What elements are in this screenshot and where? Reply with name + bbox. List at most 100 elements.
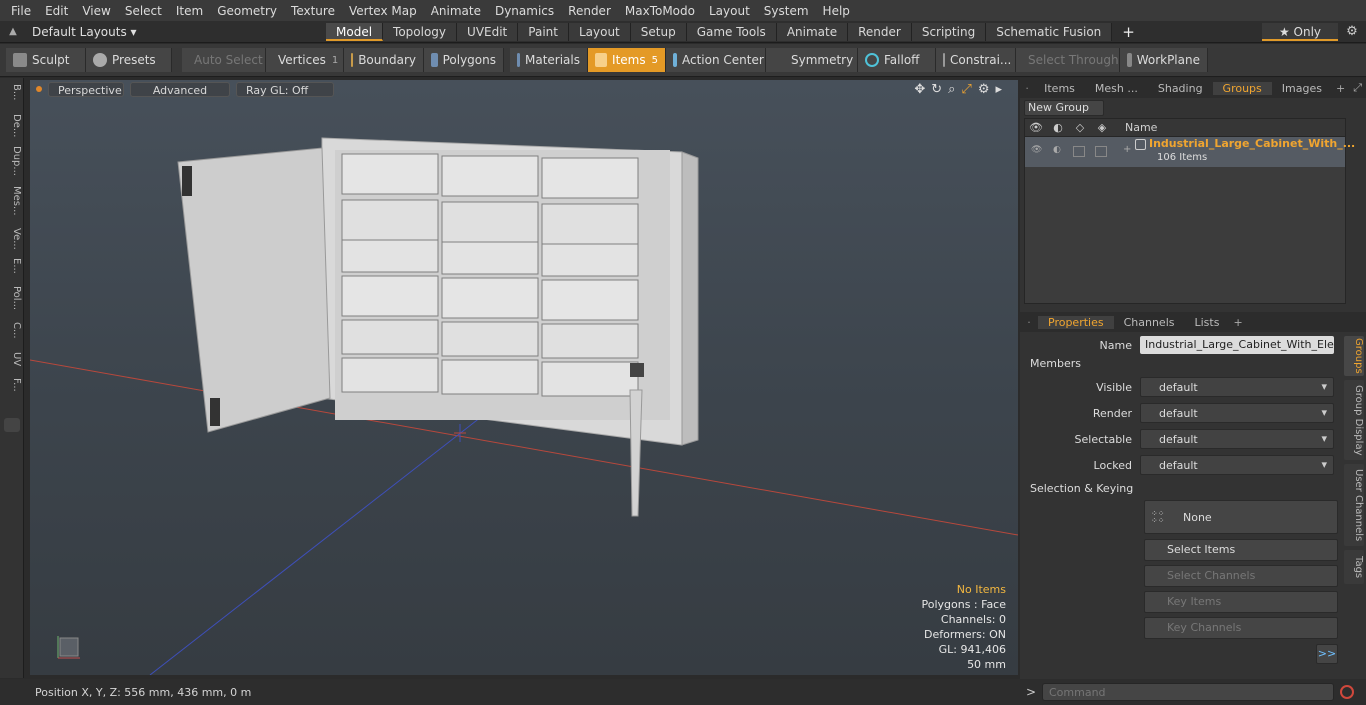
left-tab-curve[interactable]: C... xyxy=(2,322,22,339)
left-tab-vertex[interactable]: Ve... xyxy=(2,228,22,250)
vertices-button[interactable]: Vertices 1 xyxy=(266,48,344,72)
expand-plus-icon[interactable]: + xyxy=(1123,144,1131,155)
none-button[interactable]: ⁘⁘ ⁘⁘ None xyxy=(1144,500,1338,534)
menu-item[interactable]: Item xyxy=(169,4,210,18)
side-tab-group-display[interactable]: Group Display xyxy=(1344,380,1364,460)
tab-mesh[interactable]: Mesh ... xyxy=(1085,82,1148,95)
tab-render[interactable]: Render xyxy=(848,22,912,41)
left-tab-deform[interactable]: De... xyxy=(2,114,22,137)
menu-geometry[interactable]: Geometry xyxy=(210,4,284,18)
constraints-button[interactable]: Constrai... xyxy=(936,48,1016,72)
tab-schematic-fusion[interactable]: Schematic Fusion xyxy=(986,22,1113,41)
tab-animate[interactable]: Animate xyxy=(776,22,849,41)
menu-vertex-map[interactable]: Vertex Map xyxy=(342,4,424,18)
items-button[interactable]: Items 5 xyxy=(588,48,666,72)
select-col-icon[interactable]: ◈ xyxy=(1091,121,1113,134)
left-tab-polygon[interactable]: Pol... xyxy=(2,286,22,310)
tab-model[interactable]: Model xyxy=(326,22,384,41)
layouts-dropdown[interactable]: Default Layouts ▾ xyxy=(26,25,326,39)
raygl-dropdown[interactable]: Ray GL: Off xyxy=(236,81,334,97)
left-tab-edge[interactable]: E... xyxy=(2,258,22,274)
3d-viewport[interactable]: ✥ ↻ ⌕ ⤢ ⚙ ▸ xyxy=(30,80,1018,675)
tab-channels[interactable]: Channels xyxy=(1114,316,1185,329)
side-tab-tags[interactable]: Tags xyxy=(1344,550,1364,584)
menu-view[interactable]: View xyxy=(75,4,117,18)
locked-dropdown[interactable]: default xyxy=(1140,455,1334,475)
left-tab-duplicate[interactable]: Dup... xyxy=(2,146,22,176)
menu-select[interactable]: Select xyxy=(118,4,169,18)
tab-groups[interactable]: Groups xyxy=(1212,81,1272,95)
boundary-button[interactable]: Boundary xyxy=(344,48,424,72)
new-group-button[interactable]: New Group xyxy=(1024,100,1104,116)
menu-help[interactable]: Help xyxy=(816,4,857,18)
gear-icon[interactable]: ⚙ xyxy=(1338,24,1366,39)
side-tab-groups[interactable]: Groups xyxy=(1344,336,1364,376)
panel-expand-icon[interactable]: ⤢ xyxy=(1349,81,1366,95)
group-visible-toggle[interactable]: 👁 xyxy=(1031,145,1042,155)
materials-button[interactable]: Materials xyxy=(510,48,588,72)
render-icon[interactable]: ◐ xyxy=(1047,121,1069,134)
menu-file[interactable]: File xyxy=(4,4,38,18)
visible-dropdown[interactable]: default xyxy=(1140,377,1334,397)
tab-paint[interactable]: Paint xyxy=(518,22,569,41)
add-tab-icon[interactable]: + xyxy=(1112,23,1145,41)
tab-setup[interactable]: Setup xyxy=(630,22,687,41)
render-dropdown[interactable]: default xyxy=(1140,403,1334,423)
viewport-dot-icon[interactable] xyxy=(36,86,42,92)
tab-game-tools[interactable]: Game Tools xyxy=(686,22,777,41)
side-tab-user-channels[interactable]: User Channels xyxy=(1344,464,1364,546)
menu-animate[interactable]: Animate xyxy=(424,4,488,18)
only-toggle[interactable]: ★ Only xyxy=(1262,22,1338,41)
tab-topology[interactable]: Topology xyxy=(383,22,458,41)
sculpt-button[interactable]: Sculpt xyxy=(6,48,86,72)
tab-shading[interactable]: Shading xyxy=(1148,82,1213,95)
group-select-box[interactable] xyxy=(1095,146,1107,157)
left-tab-basic[interactable]: B... xyxy=(2,84,22,100)
collapse-arrow-icon[interactable]: ▲ xyxy=(0,26,26,37)
record-icon[interactable] xyxy=(1340,685,1354,699)
members-section[interactable]: Members xyxy=(1030,357,1081,370)
key-channels-button[interactable]: Key Channels xyxy=(1144,617,1338,639)
presets-button[interactable]: Presets xyxy=(86,48,172,72)
tab-layout[interactable]: Layout xyxy=(568,22,631,41)
left-tab-uv[interactable]: UV xyxy=(2,352,22,366)
tab-properties[interactable]: Properties xyxy=(1038,315,1114,329)
group-lock-box[interactable] xyxy=(1073,146,1085,157)
menu-texture[interactable]: Texture xyxy=(284,4,342,18)
select-through-button[interactable]: Select Through xyxy=(1016,48,1120,72)
menu-dynamics[interactable]: Dynamics xyxy=(488,4,561,18)
selection-keying-section[interactable]: Selection & Keying xyxy=(1030,482,1133,495)
left-tab-mesh-edit[interactable]: Mes... xyxy=(2,186,22,216)
left-strip-toggle[interactable] xyxy=(4,418,20,432)
left-tab-fusion[interactable]: F... xyxy=(2,378,22,392)
select-items-button[interactable]: Select Items xyxy=(1144,539,1338,561)
add-panel-tab-icon[interactable]: + xyxy=(1332,82,1349,95)
lock-col-icon[interactable]: ◇ xyxy=(1069,121,1091,134)
auto-select-button[interactable]: Auto Select xyxy=(182,48,266,72)
menu-edit[interactable]: Edit xyxy=(38,4,75,18)
menu-system[interactable]: System xyxy=(757,4,816,18)
tab-items[interactable]: Items xyxy=(1034,82,1085,95)
visibility-eye-icon[interactable]: 👁 xyxy=(1025,121,1047,134)
workplane-button[interactable]: WorkPlane xyxy=(1120,48,1208,72)
menu-layout[interactable]: Layout xyxy=(702,4,757,18)
tab-images[interactable]: Images xyxy=(1272,82,1332,95)
tab-uvedit[interactable]: UVEdit xyxy=(457,22,519,41)
menu-render[interactable]: Render xyxy=(561,4,618,18)
selectable-dropdown[interactable]: default xyxy=(1140,429,1334,449)
falloff-button[interactable]: Falloff xyxy=(858,48,936,72)
group-row[interactable]: 👁 ◐ + Industrial_Large_Cabinet_With_... … xyxy=(1025,137,1355,167)
group-render-toggle[interactable]: ◐ xyxy=(1053,145,1061,155)
tab-scripting[interactable]: Scripting xyxy=(911,22,987,41)
tab-lists[interactable]: Lists xyxy=(1185,316,1230,329)
action-center-button[interactable]: Action Center xyxy=(666,48,766,72)
advanced-dropdown[interactable]: Advanced xyxy=(130,81,230,97)
select-channels-button[interactable]: Select Channels xyxy=(1144,565,1338,587)
add-prop-tab-icon[interactable]: + xyxy=(1229,316,1246,329)
key-items-button[interactable]: Key Items xyxy=(1144,591,1338,613)
symmetry-button[interactable]: Symmetry xyxy=(766,48,858,72)
command-input[interactable] xyxy=(1042,683,1334,701)
name-field[interactable]: Industrial_Large_Cabinet_With_Electr xyxy=(1140,336,1334,354)
group-name[interactable]: Industrial_Large_Cabinet_With_... xyxy=(1149,137,1355,150)
menu-maxtomodo[interactable]: MaxToModo xyxy=(618,4,702,18)
